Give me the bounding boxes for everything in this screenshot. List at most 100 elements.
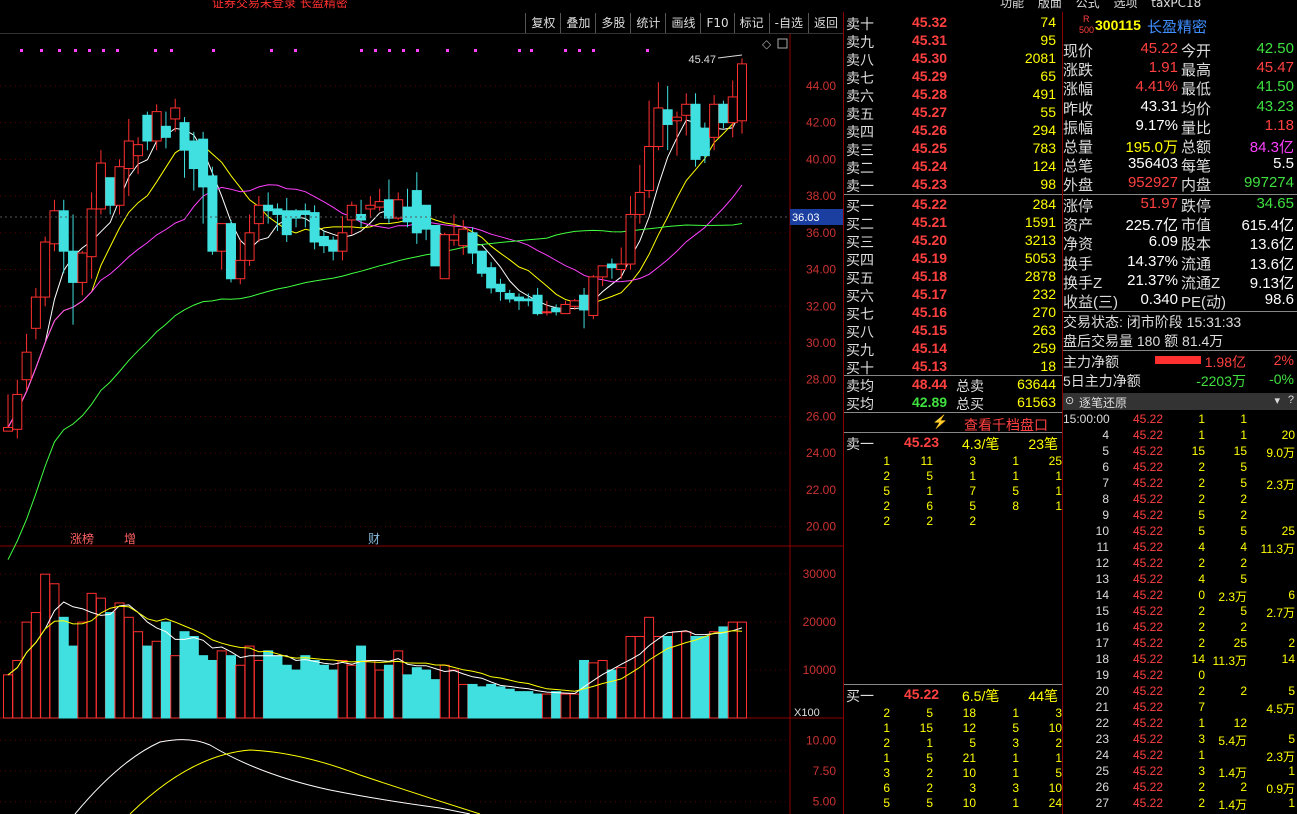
tick-time: 14 bbox=[1095, 588, 1109, 602]
queue-cell: 6 bbox=[926, 499, 933, 513]
level-price: 45.16 bbox=[912, 304, 948, 320]
info-row: 外盘 952927 内盘 997274 bbox=[1063, 174, 1297, 194]
queue-cell: 1 bbox=[883, 721, 890, 735]
candle bbox=[579, 294, 590, 311]
volume-bar bbox=[681, 631, 692, 719]
ask-row[interactable]: 卖四 45.26 294 bbox=[846, 122, 1060, 140]
info-value: 0.340 bbox=[1140, 291, 1178, 308]
diamond-icon[interactable]: ◇ bbox=[762, 37, 772, 51]
bid-row[interactable]: 买八 45.15 263 bbox=[846, 322, 1060, 340]
settings-icon[interactable]: ▾ bbox=[1274, 394, 1280, 407]
candle bbox=[514, 296, 525, 302]
ask-row[interactable]: 卖九 45.31 95 bbox=[846, 32, 1060, 50]
bid-row[interactable]: 买三 45.20 3213 bbox=[846, 232, 1060, 250]
level-name: 卖一 bbox=[846, 178, 874, 194]
ask-row[interactable]: 卖一 45.23 98 bbox=[846, 176, 1060, 194]
info-value: 21.37% bbox=[1127, 271, 1178, 289]
kline-svg[interactable]: 44.00 42.00 40.00 38.00 36.00 34.00 32.00 30.00… bbox=[0, 0, 843, 814]
bid-row[interactable]: 买二 45.21 1591 bbox=[846, 214, 1060, 232]
event-marker[interactable]: 财 bbox=[368, 532, 380, 546]
tick-row: 6 45.22 2 5 bbox=[1063, 460, 1297, 476]
maximize-icon[interactable] bbox=[777, 38, 788, 49]
bid-row[interactable]: 买五 45.18 2878 bbox=[846, 268, 1060, 286]
main-flow5-label: 5日主力净额 bbox=[1063, 373, 1141, 389]
queue-cell: 12 bbox=[962, 721, 976, 735]
ask-row[interactable]: 卖六 45.28 491 bbox=[846, 86, 1060, 104]
candle bbox=[727, 96, 738, 124]
avg-price: 42.89 bbox=[912, 394, 948, 410]
tick-vol: 0 bbox=[1198, 668, 1205, 682]
bid-row[interactable]: 买七 45.16 270 bbox=[846, 304, 1060, 322]
queue-cell: 5 bbox=[926, 796, 933, 810]
tick-price: 45.22 bbox=[1132, 780, 1163, 794]
level-price: 45.28 bbox=[912, 86, 948, 102]
tick-price: 45.22 bbox=[1132, 460, 1163, 474]
level-price: 45.30 bbox=[912, 50, 948, 66]
ask-row[interactable]: 卖三 45.25 783 bbox=[846, 140, 1060, 158]
bid-row[interactable]: 买一 45.22 284 bbox=[846, 196, 1060, 214]
tick-col: 4 bbox=[1240, 540, 1247, 554]
tick-vol: 4 bbox=[1198, 572, 1205, 586]
info-label: 收益(三) bbox=[1063, 294, 1118, 311]
info-value: 34.65 bbox=[1256, 195, 1294, 212]
bid-row[interactable]: 买四 45.19 5053 bbox=[846, 250, 1060, 268]
event-marker[interactable]: 涨榜 bbox=[70, 531, 94, 546]
candle bbox=[30, 296, 41, 329]
tick-vol: 1 bbox=[1198, 428, 1205, 442]
info-label: 跌停 bbox=[1181, 198, 1212, 215]
tick-price: 45.22 bbox=[1132, 428, 1163, 442]
candle bbox=[448, 234, 459, 241]
stock-name[interactable]: 长盈精密 bbox=[1147, 16, 1207, 37]
volume-bar bbox=[300, 655, 311, 719]
candle bbox=[690, 103, 701, 160]
ask-row[interactable]: 卖二 45.24 124 bbox=[846, 158, 1060, 176]
volume-bar bbox=[634, 636, 645, 719]
level-name: 买六 bbox=[846, 288, 874, 304]
candle bbox=[616, 263, 627, 271]
candle bbox=[235, 259, 246, 280]
volume-bar bbox=[318, 664, 329, 719]
tick-time: 25 bbox=[1095, 764, 1109, 778]
bid-row[interactable]: 买九 45.14 259 bbox=[846, 340, 1060, 358]
lightning-icon: ⚡ bbox=[932, 414, 949, 429]
signal-dot bbox=[294, 49, 297, 52]
tick-row: 22 45.22 1 12 bbox=[1063, 716, 1297, 732]
kline-chart-area[interactable]: 复权 叠加 多股 统计 画线 F10 标记 -自选 返回 44.00 42.00 40.00 38.0… bbox=[0, 0, 843, 814]
candle bbox=[541, 311, 552, 314]
candle bbox=[346, 204, 357, 221]
info-value: 4.41% bbox=[1135, 78, 1178, 96]
stock-info-panel: R 500 300115 长盈精密 现价 45.22 今开 42.50 涨跌 1.91 最高 45.4… bbox=[1062, 12, 1297, 814]
candle bbox=[244, 232, 255, 261]
avg-label: 买均 bbox=[846, 396, 874, 412]
bid-row[interactable]: 买六 45.17 232 bbox=[846, 286, 1060, 304]
ask-row[interactable]: 卖五 45.27 55 bbox=[846, 104, 1060, 122]
bid-row[interactable]: 买十 45.13 18 bbox=[846, 358, 1060, 376]
queue-cell: 3 bbox=[969, 781, 976, 795]
ask-row[interactable]: 卖十 45.32 74 bbox=[846, 14, 1060, 32]
queue-cell: 2 bbox=[926, 766, 933, 780]
volume-bar bbox=[495, 686, 506, 719]
tick-col: 15 bbox=[1233, 444, 1247, 458]
total-label: 总卖 bbox=[956, 378, 984, 394]
tick-price: 45.22 bbox=[1132, 572, 1163, 586]
volume-bar bbox=[718, 626, 729, 719]
macd-tick: 5.00 bbox=[813, 795, 837, 809]
ask-row[interactable]: 卖八 45.30 2081 bbox=[846, 50, 1060, 68]
event-marker[interactable]: 增 bbox=[124, 532, 136, 546]
info-value: 9.17% bbox=[1135, 116, 1178, 134]
tick-col: 5 bbox=[1288, 732, 1295, 746]
tick-vol: 2 bbox=[1198, 460, 1205, 474]
candle bbox=[374, 201, 385, 208]
info-value: 43.31 bbox=[1140, 97, 1178, 115]
volume-bar bbox=[188, 636, 199, 719]
info-label: 量比 bbox=[1181, 119, 1212, 137]
volume-bar bbox=[467, 683, 478, 719]
collapse-icon[interactable]: ⊙ bbox=[1065, 394, 1074, 407]
top-menu[interactable]: 功能 版面 公式 选项 taxPC18 bbox=[1000, 0, 1201, 11]
queue-cell: 1 bbox=[1055, 751, 1062, 765]
info-row: 昨收 43.31 均价 43.23 bbox=[1063, 97, 1297, 118]
volume-bar bbox=[142, 645, 153, 719]
help-icon[interactable]: ? bbox=[1288, 394, 1294, 406]
ask-row[interactable]: 卖七 45.29 65 bbox=[846, 68, 1060, 86]
tick-col: 1 bbox=[1288, 796, 1295, 810]
